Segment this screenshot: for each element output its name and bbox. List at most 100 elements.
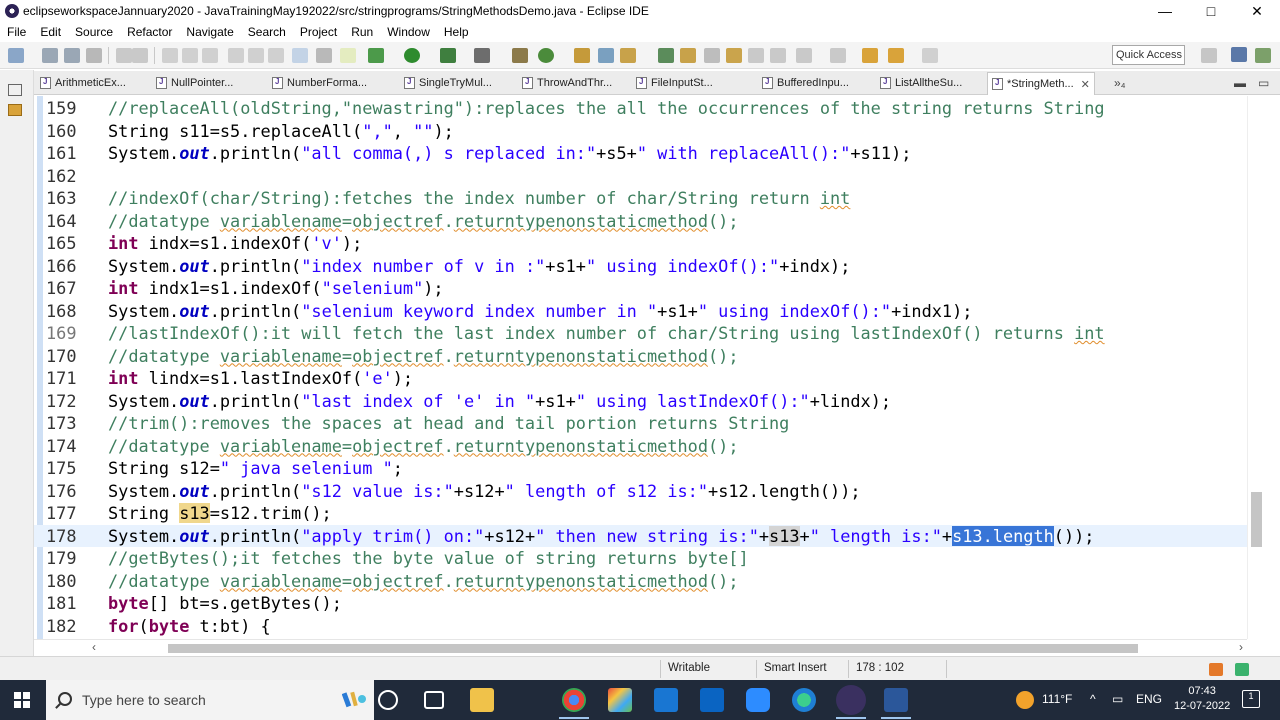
skip-breakpoints-icon[interactable] — [132, 48, 148, 63]
code-line[interactable]: 182 for(byte t:bt) { — [34, 615, 1264, 638]
menu-project[interactable]: Project — [293, 25, 344, 39]
tab-stringmethods[interactable]: *StringMeth...✕ — [987, 72, 1095, 95]
forward-icon[interactable] — [922, 48, 938, 63]
terminate-icon[interactable] — [202, 48, 218, 63]
annotation-icon[interactable] — [658, 48, 674, 63]
open-task-icon[interactable] — [620, 48, 636, 63]
eclipse-taskbar-icon[interactable] — [836, 685, 866, 715]
clock[interactable]: 07:43 12-07-2022 — [1174, 684, 1230, 714]
mark-occurrences-icon[interactable] — [680, 48, 696, 63]
word-icon[interactable] — [884, 688, 908, 712]
new-java-project-icon[interactable] — [512, 48, 528, 63]
next-annotation-icon[interactable] — [796, 48, 812, 63]
close-tab-icon[interactable]: ✕ — [1081, 78, 1090, 91]
file-explorer-icon[interactable] — [470, 688, 494, 712]
tab-bufferedinput[interactable]: BufferedInpu... — [762, 73, 849, 93]
coverage-icon[interactable] — [440, 48, 456, 63]
minimize-view-icon[interactable]: ▬ — [1234, 76, 1246, 90]
horizontal-scrollbar[interactable]: ‹ › — [34, 639, 1247, 656]
tab-singletry[interactable]: SingleTryMul... — [404, 73, 492, 93]
new-class-icon[interactable] — [538, 48, 554, 63]
save-all-icon[interactable] — [64, 48, 80, 63]
code-line[interactable]: 181 byte[] bt=s.getBytes(); — [34, 592, 1264, 615]
code-line[interactable]: 179//getBytes();it fetches the byte valu… — [34, 547, 1264, 570]
code-line[interactable]: 165 int indx=s1.indexOf('v'); — [34, 232, 1264, 255]
tab-fileinputstream[interactable]: FileInputSt... — [636, 73, 713, 93]
maximize-button[interactable]: □ — [1188, 0, 1234, 22]
code-line[interactable]: 166 System.out.println("index number of v… — [34, 255, 1264, 278]
code-line[interactable]: 176 System.out.println("s12 value is:"+s1… — [34, 480, 1264, 503]
code-line[interactable]: 174//datatype variablename=objectref.ret… — [34, 435, 1264, 458]
menu-file[interactable]: File — [0, 25, 33, 39]
code-line[interactable]: 159//replaceAll(oldString,"newastring"):… — [34, 97, 1264, 120]
chevron-up-icon[interactable]: ^ — [1090, 692, 1096, 706]
menu-window[interactable]: Window — [380, 25, 437, 39]
menu-navigate[interactable]: Navigate — [179, 25, 240, 39]
debug-icon[interactable] — [368, 48, 384, 63]
taskbar-search-box[interactable]: Type here to search — [46, 680, 374, 720]
whitespace-icon[interactable] — [748, 48, 764, 63]
back-icon[interactable] — [888, 48, 904, 63]
tab-nullpointer[interactable]: NullPointer... — [156, 73, 233, 93]
use-step-filters-icon[interactable] — [316, 48, 332, 63]
windows-start-icon[interactable] — [14, 692, 30, 708]
menu-source[interactable]: Source — [68, 25, 120, 39]
external-tools-icon[interactable] — [474, 48, 490, 63]
code-line[interactable]: 173//trim():removes the spaces at head a… — [34, 412, 1264, 435]
menu-help[interactable]: Help — [437, 25, 476, 39]
code-line[interactable]: 170//datatype variablename=objectref.ret… — [34, 345, 1264, 368]
close-button[interactable]: ✕ — [1234, 0, 1280, 22]
scroll-left-icon[interactable]: ‹ — [92, 640, 96, 654]
current-code-line[interactable]: 178 System.out.println("apply trim() on:"… — [34, 524, 1264, 547]
code-line[interactable]: 160 String s11=s5.replaceAll(",", ""); — [34, 120, 1264, 143]
toggle-block-icon[interactable] — [704, 48, 720, 63]
java-perspective-icon[interactable] — [1231, 47, 1247, 62]
code-line[interactable]: 172 System.out.println("last index of 'e'… — [34, 390, 1264, 413]
language-indicator[interactable]: ENG — [1136, 692, 1162, 706]
code-line[interactable]: 163//indexOf(char/String):fetches the in… — [34, 187, 1264, 210]
toggle-icon[interactable] — [116, 48, 132, 63]
chrome-icon[interactable] — [562, 688, 586, 712]
code-line[interactable]: 164//datatype variablename=objectref.ret… — [34, 210, 1264, 233]
minimize-button[interactable]: — — [1142, 0, 1188, 22]
step-return-icon[interactable] — [268, 48, 284, 63]
menu-edit[interactable]: Edit — [33, 25, 68, 39]
step-over-icon[interactable] — [248, 48, 264, 63]
maximize-view-icon[interactable]: ▭ — [1258, 76, 1269, 90]
code-line[interactable]: 167 int indx1=s1.indexOf("selenium"); — [34, 277, 1264, 300]
last-edit-icon[interactable] — [862, 48, 878, 63]
marketplace-icon[interactable] — [1235, 663, 1249, 676]
tab-arithmetic[interactable]: ArithmeticEx... — [40, 73, 126, 93]
mail-icon[interactable] — [700, 688, 724, 712]
scroll-thumb[interactable] — [1251, 492, 1262, 547]
prev-annotation-icon[interactable] — [830, 48, 846, 63]
temperature[interactable]: 111°F — [1042, 692, 1072, 706]
word-wrap-icon[interactable] — [726, 48, 742, 63]
tab-throwandthrows[interactable]: ThrowAndThr... — [522, 73, 612, 93]
scroll-right-icon[interactable]: › — [1239, 640, 1243, 654]
task-view-icon[interactable] — [424, 691, 444, 709]
print-icon[interactable] — [86, 48, 102, 63]
tab-listallthe[interactable]: ListAlltheSu... — [880, 73, 962, 93]
save-icon[interactable] — [42, 48, 58, 63]
suspend-icon[interactable] — [182, 48, 198, 63]
open-perspective-icon[interactable] — [1201, 48, 1217, 63]
code-line[interactable]: 169//lastIndexOf():it will fetch the las… — [34, 322, 1264, 345]
code-line[interactable]: 177 String s13=s12.trim(); — [34, 502, 1264, 525]
drop-frame-icon[interactable] — [292, 48, 308, 63]
menu-search[interactable]: Search — [241, 25, 293, 39]
rss-icon[interactable] — [1209, 663, 1223, 676]
scroll-thumb[interactable] — [168, 644, 1138, 653]
code-line[interactable]: 162 — [34, 165, 1264, 188]
tab-overflow-icon[interactable]: »₄ — [1114, 76, 1126, 90]
code-line[interactable]: 171 int lindx=s1.lastIndexOf('e'); — [34, 367, 1264, 390]
paragraph-icon[interactable] — [770, 48, 786, 63]
vertical-scrollbar[interactable] — [1247, 96, 1264, 639]
code-editor[interactable]: 159//replaceAll(oldString,"newastring"):… — [34, 96, 1264, 639]
cortana-icon[interactable] — [378, 690, 398, 710]
tab-numberformat[interactable]: NumberForma... — [272, 73, 367, 93]
step-into-icon[interactable] — [228, 48, 244, 63]
code-line[interactable]: 168 System.out.println("selenium keyword … — [34, 300, 1264, 323]
weather-icon[interactable] — [1016, 691, 1034, 709]
open-type-icon[interactable] — [574, 48, 590, 63]
